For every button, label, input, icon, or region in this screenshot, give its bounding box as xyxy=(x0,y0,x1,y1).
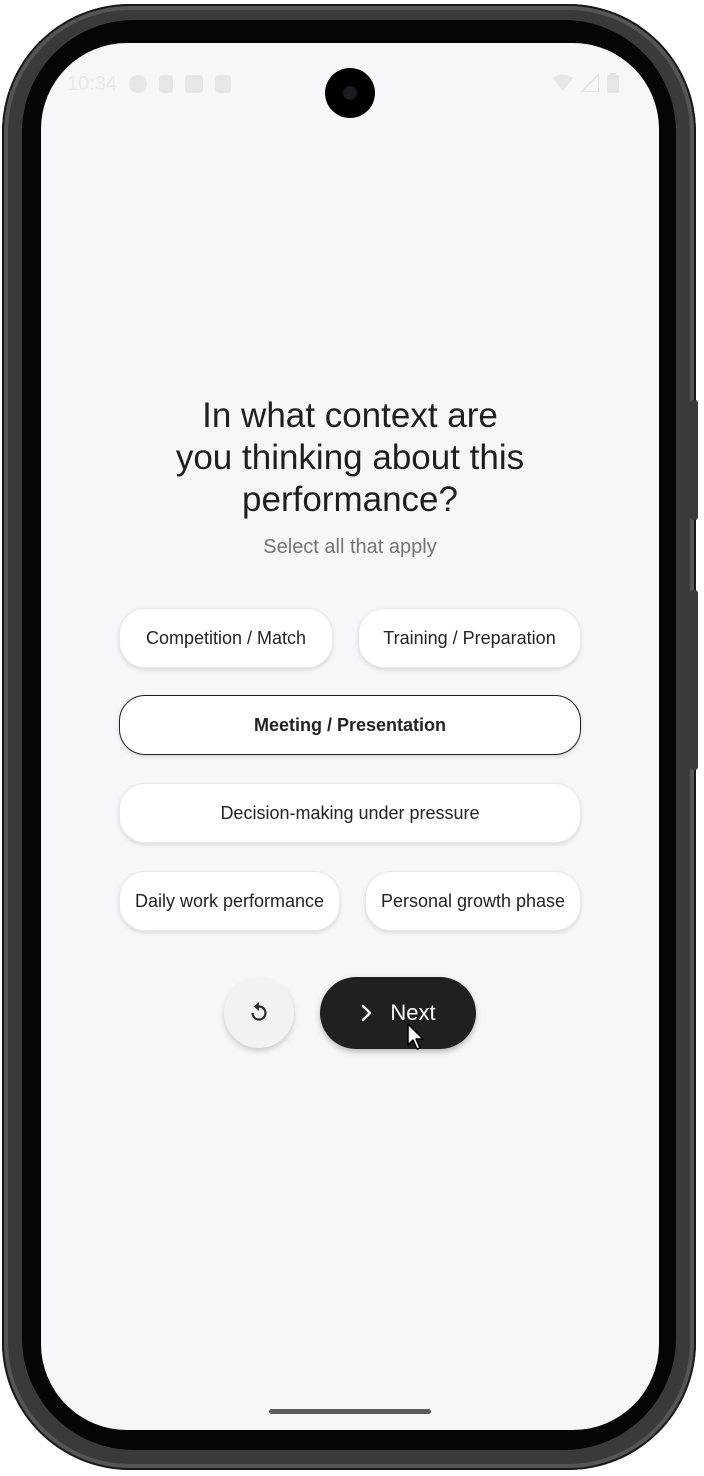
option-training-preparation[interactable]: Training / Preparation xyxy=(358,608,581,668)
option-daily-work-performance[interactable]: Daily work performance xyxy=(119,871,340,931)
app-icon xyxy=(185,75,204,93)
option-competition-match[interactable]: Competition / Match xyxy=(119,608,333,668)
status-time: 10:34 xyxy=(67,72,118,95)
option-decision-making-under-pressure[interactable]: Decision-making under pressure xyxy=(119,783,581,843)
status-icons-right xyxy=(553,73,619,93)
power-button xyxy=(690,590,698,770)
home-indicator[interactable] xyxy=(269,1409,431,1414)
question-title: In what context are you thinking about t… xyxy=(41,395,659,521)
title-line-3: performance? xyxy=(242,480,458,519)
mouse-cursor-icon xyxy=(407,1023,424,1050)
option-label: Training / Preparation xyxy=(383,627,556,648)
front-camera xyxy=(325,68,375,118)
notification-icon xyxy=(159,75,174,93)
next-button[interactable]: Next xyxy=(320,977,476,1049)
option-label: Meeting / Presentation xyxy=(253,714,447,735)
volume-button xyxy=(690,400,698,520)
title-line-2: you thinking about this xyxy=(175,438,525,477)
reset-icon xyxy=(251,1002,267,1021)
battery-icon xyxy=(607,73,619,93)
option-meeting-presentation[interactable]: Meeting / Presentation xyxy=(119,695,581,755)
option-label: Daily work performance xyxy=(134,890,325,911)
sd-card-icon xyxy=(215,75,232,93)
option-personal-growth-phase[interactable]: Personal growth phase xyxy=(365,871,581,931)
option-label: Competition / Match xyxy=(145,627,307,648)
status-bar: 10:34 xyxy=(67,71,232,97)
title-line-1: In what context are xyxy=(202,396,498,435)
reset-button[interactable] xyxy=(224,978,294,1048)
alarm-icon xyxy=(129,75,148,93)
option-label: Decision-making under pressure xyxy=(220,802,480,823)
question-subtitle: Select all that apply xyxy=(263,536,437,558)
chevron-right-icon xyxy=(362,1004,372,1022)
screen: 10:34 In what context are you thinking a… xyxy=(41,43,659,1430)
signal-icon xyxy=(581,74,599,92)
wifi-icon xyxy=(553,74,573,91)
option-label: Personal growth phase xyxy=(380,890,566,911)
